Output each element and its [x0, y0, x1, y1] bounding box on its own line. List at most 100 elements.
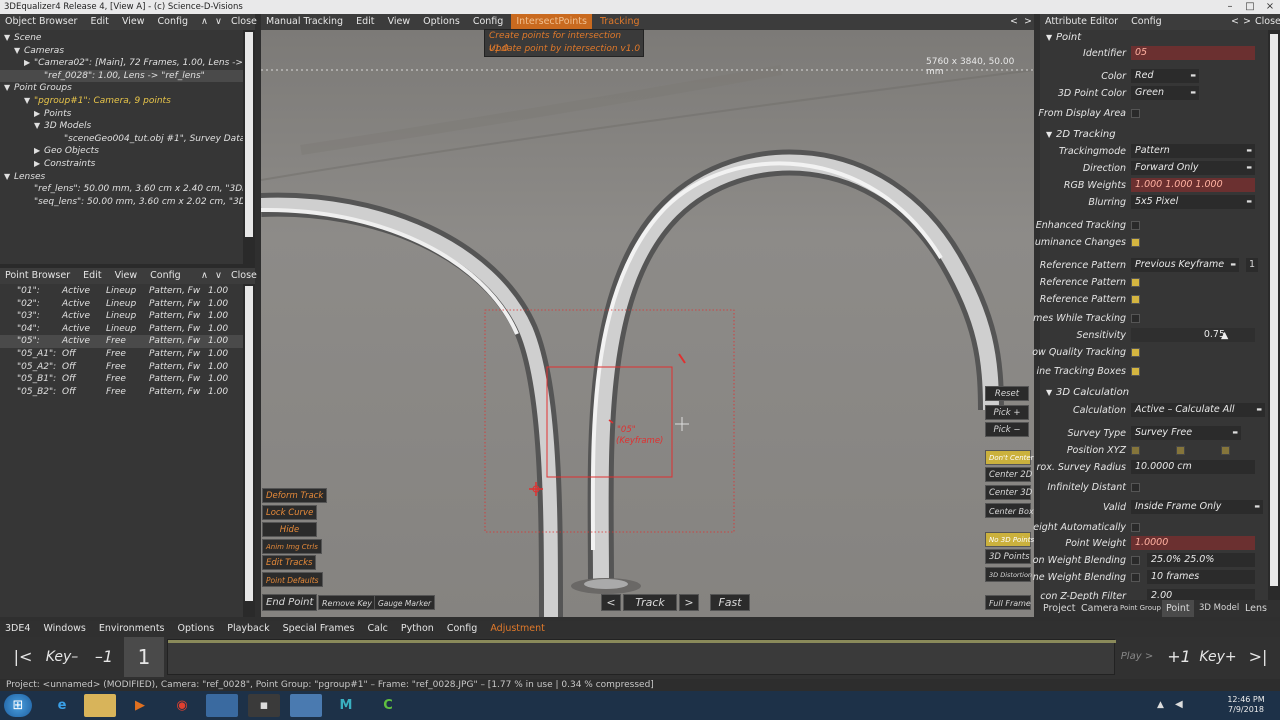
close-button[interactable]: Close: [1250, 14, 1280, 30]
object-tree[interactable]: ▼ Scene ▼ Cameras ▶ "Camera02": [Main], 72 Fr…: [0, 30, 255, 208]
direction-select[interactable]: Forward Only ▬: [1131, 161, 1255, 175]
triangle-down-icon[interactable]: ▼: [4, 171, 14, 184]
track-back-button[interactable]: <: [601, 594, 621, 611]
tree-item[interactable]: "ref_lens": 50.00 mm, 3.60 cm x 2.40 cm,…: [0, 183, 255, 196]
tree-item[interactable]: ▶ Constraints: [0, 158, 255, 171]
tree-item[interactable]: ▶ "Camera02": [Main], 72 Frames, 1.00, Le…: [0, 57, 255, 70]
next-key-button[interactable]: Key+: [1198, 637, 1238, 677]
no-3d-points-button[interactable]: No 3D Points: [985, 532, 1034, 547]
menu-config[interactable]: Config: [1126, 14, 1166, 30]
gauge-marker-button[interactable]: Gauge Marker: [374, 595, 436, 610]
point-section[interactable]: ▼ Point: [1046, 30, 1081, 45]
tab-point-group[interactable]: Point Group: [1120, 600, 1161, 617]
tree-item[interactable]: ▼ Scene: [0, 32, 255, 45]
menu-config[interactable]: Config: [153, 14, 193, 30]
position-y-checkbox[interactable]: [1176, 446, 1185, 455]
hide-button[interactable]: Hide: [262, 522, 317, 537]
tracking-boxes-checkbox[interactable]: [1131, 367, 1140, 376]
dropdown-icon[interactable]: ▬: [1256, 403, 1262, 417]
menu-windows[interactable]: Windows: [38, 621, 90, 637]
trackingmode-select[interactable]: Pattern ▬: [1131, 144, 1255, 158]
menu-calc[interactable]: Calc: [362, 621, 392, 637]
dropdown-icon[interactable]: ▬: [1246, 161, 1252, 175]
menu-config[interactable]: Config: [145, 268, 185, 284]
camtasia-icon[interactable]: C: [372, 694, 404, 717]
point-row[interactable]: "05": Active Free Pattern, Fw 1.00: [0, 335, 255, 348]
close-button[interactable]: Close: [226, 14, 262, 30]
dont-center-button[interactable]: Don't Center: [985, 450, 1034, 465]
luminance-checkbox[interactable]: [1131, 238, 1140, 247]
chrome-icon[interactable]: ◉: [166, 694, 198, 717]
menu-point-browser[interactable]: Point Browser: [0, 268, 75, 284]
point-row[interactable]: "04": Active Lineup Pattern, Fw 1.00: [0, 323, 255, 336]
tree-item[interactable]: ▶ Geo Objects: [0, 145, 255, 158]
pick-minus-button[interactable]: Pick −: [985, 422, 1029, 437]
3d-distortion-button[interactable]: 3D Distortion: [985, 567, 1032, 582]
maximize-icon[interactable]: □: [1240, 0, 1260, 14]
timeline-scrubber[interactable]: [167, 639, 1116, 675]
position-x-checkbox[interactable]: [1131, 446, 1140, 455]
tree-item[interactable]: ▼ Cameras: [0, 45, 255, 58]
lock-curve-button[interactable]: Lock Curve: [262, 505, 318, 520]
app-window-icon[interactable]: [290, 694, 322, 717]
menu-tracking[interactable]: Tracking: [595, 14, 645, 30]
menu-edit[interactable]: Edit: [78, 268, 106, 284]
3d-point-color-select[interactable]: Green ▬: [1131, 86, 1199, 100]
fast-button[interactable]: Fast: [710, 594, 750, 611]
dropdown-icon[interactable]: ▬: [1246, 195, 1252, 209]
tree-item[interactable]: ▶ Points: [0, 108, 255, 121]
dropdown-icon[interactable]: ▬: [1190, 86, 1196, 100]
survey-radius-field[interactable]: 10.0000 cm: [1131, 460, 1255, 474]
tray-up-icon[interactable]: ▲: [1157, 700, 1164, 710]
dropdown-icon[interactable]: ▬: [1254, 500, 1260, 514]
menu-3de4[interactable]: 3DE4: [0, 621, 35, 637]
point-row[interactable]: "02": Active Lineup Pattern, Fw 1.00: [0, 298, 255, 311]
triangle-down-icon[interactable]: ▼: [24, 95, 34, 108]
track-forward-button[interactable]: >: [679, 594, 699, 611]
triangle-right-icon[interactable]: ▶: [24, 57, 34, 70]
dropdown-icon[interactable]: ▬: [1190, 69, 1196, 83]
end-point-button[interactable]: End Point: [262, 594, 318, 611]
pick-plus-button[interactable]: Pick +: [985, 405, 1029, 420]
tree-item[interactable]: "sceneGeo004_tut.obj #1", Survey Data: [0, 133, 255, 146]
triangle-down-icon[interactable]: ▼: [4, 32, 14, 45]
dropdown-icon[interactable]: ▬: [1232, 426, 1238, 440]
start-icon[interactable]: ⊞: [4, 694, 32, 717]
menu-options[interactable]: Options: [418, 14, 465, 30]
triangle-right-icon[interactable]: ▶: [34, 158, 44, 171]
menu-view[interactable]: View: [383, 14, 416, 30]
point-row[interactable]: "05_A2": Off Free Pattern, Fw 1.00: [0, 361, 255, 374]
minimize-icon[interactable]: –: [1220, 0, 1240, 14]
menu-adjustment[interactable]: Adjustment: [485, 621, 550, 637]
play-button[interactable]: Play >: [1118, 637, 1156, 677]
position-z-checkbox[interactable]: [1221, 446, 1230, 455]
remove-key-button[interactable]: Remove Key: [318, 595, 376, 610]
tab-point[interactable]: Point: [1162, 600, 1194, 617]
center-3d-button[interactable]: Center 3D: [985, 485, 1032, 500]
menu-intersect-points[interactable]: IntersectPoints: [511, 14, 592, 30]
menu-config[interactable]: Config: [468, 14, 508, 30]
calculation-select[interactable]: Active – Calculate All ▬: [1131, 403, 1265, 417]
reference-pattern-select[interactable]: Previous Keyframe ▬: [1131, 258, 1239, 272]
dropdown-icon[interactable]: ▬: [1246, 144, 1252, 158]
triangle-down-icon[interactable]: ▼: [4, 82, 14, 95]
update-point-item[interactable]: Update point by intersection v1.0: [485, 43, 643, 56]
rgb-weights-field[interactable]: 1.000 1.000 1.000: [1131, 178, 1255, 192]
frames-while-tracking-checkbox[interactable]: [1131, 314, 1140, 323]
2d-tracking-section[interactable]: ▼ 2D Tracking: [1046, 127, 1116, 142]
chevron-down-icon[interactable]: ∨: [210, 14, 227, 30]
edit-tracks-button[interactable]: Edit Tracks: [262, 555, 317, 570]
menu-options[interactable]: Options: [173, 621, 220, 637]
dropdown-icon[interactable]: ▬: [1230, 258, 1236, 272]
tab-camera[interactable]: Camera: [1081, 600, 1118, 617]
volume-icon[interactable]: ◀: [1175, 699, 1183, 710]
point-row[interactable]: "01": Active Lineup Pattern, Fw 1.00: [0, 285, 255, 298]
survey-type-select[interactable]: Survey Free ▬: [1131, 426, 1241, 440]
file-explorer-icon[interactable]: [84, 694, 116, 717]
point-row[interactable]: "05_B1": Off Free Pattern, Fw 1.00: [0, 373, 255, 386]
deform-track-button[interactable]: Deform Track: [262, 488, 328, 503]
blurring-select[interactable]: 5x5 Pixel ▬: [1131, 195, 1255, 209]
menu-manual-tracking[interactable]: Manual Tracking: [261, 14, 348, 30]
prev-key-button[interactable]: Key–: [42, 637, 82, 677]
identifier-field[interactable]: 05: [1131, 46, 1255, 60]
